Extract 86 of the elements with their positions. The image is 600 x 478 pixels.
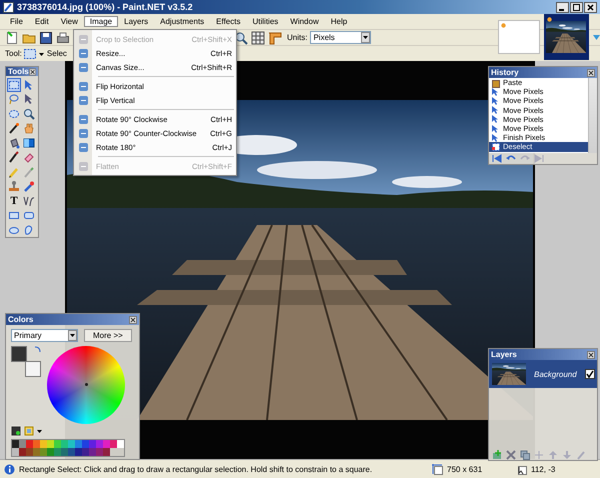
clipboard-icon <box>491 78 501 88</box>
tool-button[interactable]: T <box>7 194 21 208</box>
menu-item[interactable]: Image <box>84 16 118 27</box>
selection-mode-label: Selec <box>46 49 67 58</box>
recolor-icon <box>23 180 35 192</box>
color-cursor <box>85 383 88 386</box>
zoom-icon[interactable] <box>234 30 248 44</box>
app-icon <box>3 2 14 12</box>
close-icon[interactable] <box>587 68 595 76</box>
lasso-icon <box>8 93 20 106</box>
stamp-icon <box>8 180 20 192</box>
cursor-position-icon <box>516 464 527 474</box>
wand-icon <box>8 122 20 134</box>
menu-item[interactable]: Effects <box>210 16 246 27</box>
image-thumbnail[interactable] <box>498 20 540 54</box>
menu-item[interactable]: Help <box>324 16 354 27</box>
dot-icon <box>546 17 552 22</box>
image-thumbnail[interactable] <box>544 14 589 60</box>
pencil-icon <box>8 166 20 178</box>
window-title: 3738376014.jpg (100%) - Paint.NET v3.5.2 <box>17 2 194 12</box>
color-palette[interactable] <box>11 439 125 457</box>
status-message: Rectangle Select: Click and drag to draw a rectangular selection. Hold shift to constrain to a square. <box>19 464 374 474</box>
eraser-icon <box>23 151 35 164</box>
freeform-shape-icon <box>23 224 35 236</box>
photo-placeholder <box>546 21 586 53</box>
cursor-position-text: 112, -3 <box>531 464 556 474</box>
image-size-icon <box>432 464 443 474</box>
units-dropdown[interactable]: Pixels <box>310 31 372 44</box>
curve-icon <box>23 194 35 207</box>
secondary-color-swatch[interactable] <box>25 361 41 377</box>
tool-button[interactable] <box>7 122 21 135</box>
hand-icon <box>23 122 35 134</box>
close-icon[interactable] <box>129 316 137 324</box>
printer-icon[interactable] <box>56 30 70 44</box>
minimize-icon[interactable] <box>556 2 569 12</box>
rewind-icon[interactable] <box>492 154 502 163</box>
brush-icon <box>8 151 20 164</box>
rectangle-select-icon <box>8 78 20 91</box>
panel-title: Layers <box>491 350 517 359</box>
bucket-icon <box>8 136 20 149</box>
tool-button[interactable] <box>7 150 21 164</box>
maximize-icon[interactable] <box>570 2 583 12</box>
close-icon[interactable] <box>28 68 36 76</box>
layer-item[interactable]: Background <box>489 360 597 388</box>
dot-icon <box>501 23 506 28</box>
gradient-icon <box>23 136 35 149</box>
menu-item[interactable]: Utilities <box>246 16 284 27</box>
visibility-checkbox[interactable] <box>584 369 595 379</box>
tool-button[interactable] <box>22 107 36 120</box>
panel-title: Colors <box>8 315 34 324</box>
tool-label: Tool: <box>5 49 22 58</box>
menu-item[interactable]: File <box>4 16 29 27</box>
more-button[interactable]: More >> <box>84 329 132 342</box>
menu-item[interactable]: Window <box>284 16 325 27</box>
add-layer-icon[interactable] <box>492 450 502 460</box>
duplicate-layer-icon[interactable] <box>520 450 530 460</box>
help-icon <box>4 464 15 474</box>
close-icon[interactable] <box>587 350 595 358</box>
undo-icon[interactable] <box>506 154 516 163</box>
color-mode-dropdown[interactable]: Primary <box>11 329 78 342</box>
menu-item[interactable]: Adjustments <box>154 16 210 27</box>
panel-title: Tools <box>8 67 29 76</box>
rectangle-icon <box>8 209 20 222</box>
selection-rectangle-icon[interactable] <box>22 48 37 60</box>
tool-button[interactable] <box>22 194 36 208</box>
rounded-rectangle-icon <box>23 209 35 222</box>
save-icon[interactable] <box>39 30 53 44</box>
ruler-icon[interactable] <box>268 30 282 44</box>
grid-icon[interactable] <box>251 30 265 44</box>
scrollbar[interactable] <box>588 78 597 153</box>
delete-icon[interactable] <box>506 450 516 460</box>
close-icon[interactable] <box>584 2 597 12</box>
checkmark-icon <box>586 370 594 378</box>
image-size-text: 750 x 631 <box>447 464 482 474</box>
eyedropper-icon <box>23 166 35 178</box>
add-color-icon[interactable] <box>11 426 21 436</box>
ellipse-select-icon <box>8 108 20 120</box>
magnifier-icon <box>23 108 35 120</box>
tool-button[interactable] <box>22 136 36 150</box>
menu-item[interactable]: View <box>54 16 84 27</box>
units-label: Units: <box>287 33 308 42</box>
new-file-icon[interactable] <box>5 30 19 44</box>
menu-item[interactable]: Layers <box>118 16 154 27</box>
primary-color-swatch[interactable] <box>11 346 27 362</box>
menu-item[interactable]: Edit <box>28 16 55 27</box>
panel-title: History <box>491 68 519 77</box>
